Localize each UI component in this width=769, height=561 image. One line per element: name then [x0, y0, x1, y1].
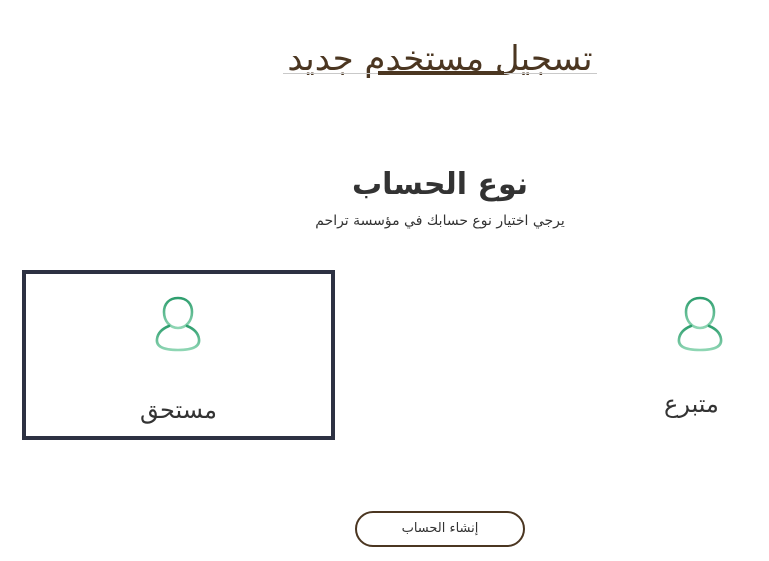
account-type-donor-card[interactable]: متبرع — [660, 270, 764, 440]
create-account-button[interactable]: إنشاء الحساب — [355, 511, 525, 547]
user-icon — [677, 296, 723, 352]
account-type-title: نوع الحساب — [351, 166, 529, 202]
registration-page: تسجيل مستخدم جديد نوع الحساب يرجي اختيار… — [0, 0, 769, 561]
user-icon — [155, 296, 201, 352]
account-type-donor-label: متبرع — [664, 390, 719, 418]
account-type-beneficiary-card[interactable]: مستحق — [22, 270, 335, 440]
title-accent-bar — [378, 71, 504, 75]
account-type-beneficiary-label: مستحق — [139, 396, 217, 424]
account-type-subtitle: يرجي اختيار نوع حسابك في مؤسسة تراحم — [315, 213, 565, 229]
